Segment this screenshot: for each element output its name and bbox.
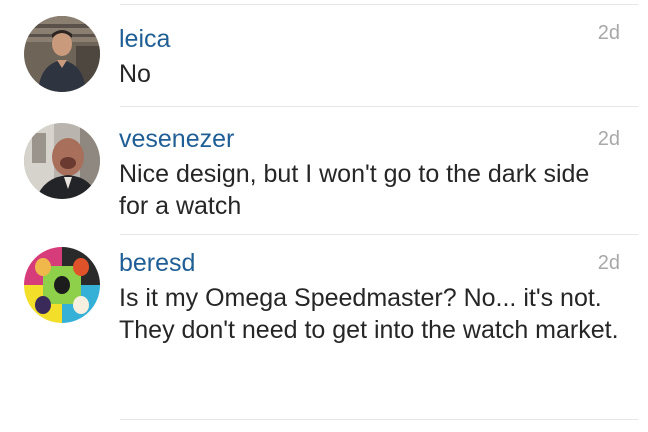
comment-item: beresd 2d Is it my Omega Speedmaster? No… bbox=[0, 234, 648, 420]
divider bbox=[120, 419, 638, 420]
avatar-image bbox=[24, 123, 100, 199]
username[interactable]: beresd bbox=[119, 248, 195, 278]
comment-item: leica 2d No bbox=[0, 0, 648, 106]
username[interactable]: leica bbox=[119, 24, 170, 54]
timestamp: 2d bbox=[597, 22, 620, 44]
avatar[interactable] bbox=[24, 16, 100, 92]
comment-item: vesenezer 2d Nice design, but I won't go… bbox=[0, 106, 648, 234]
timestamp: 2d bbox=[597, 128, 620, 150]
avatar[interactable] bbox=[24, 247, 100, 323]
comment-text: Nice design, but I won't go to the dark … bbox=[119, 160, 590, 220]
comment-text: No bbox=[119, 60, 151, 88]
comment-text: Is it my Omega Speedmaster? No... it's n… bbox=[119, 284, 619, 344]
avatar-image bbox=[24, 16, 100, 92]
timestamp: 2d bbox=[597, 252, 620, 274]
username[interactable]: vesenezer bbox=[119, 124, 234, 154]
avatar-image bbox=[24, 247, 100, 323]
comment-list: leica 2d No vesenezer 2d Nice design, bu… bbox=[0, 0, 648, 432]
avatar[interactable] bbox=[24, 123, 100, 199]
